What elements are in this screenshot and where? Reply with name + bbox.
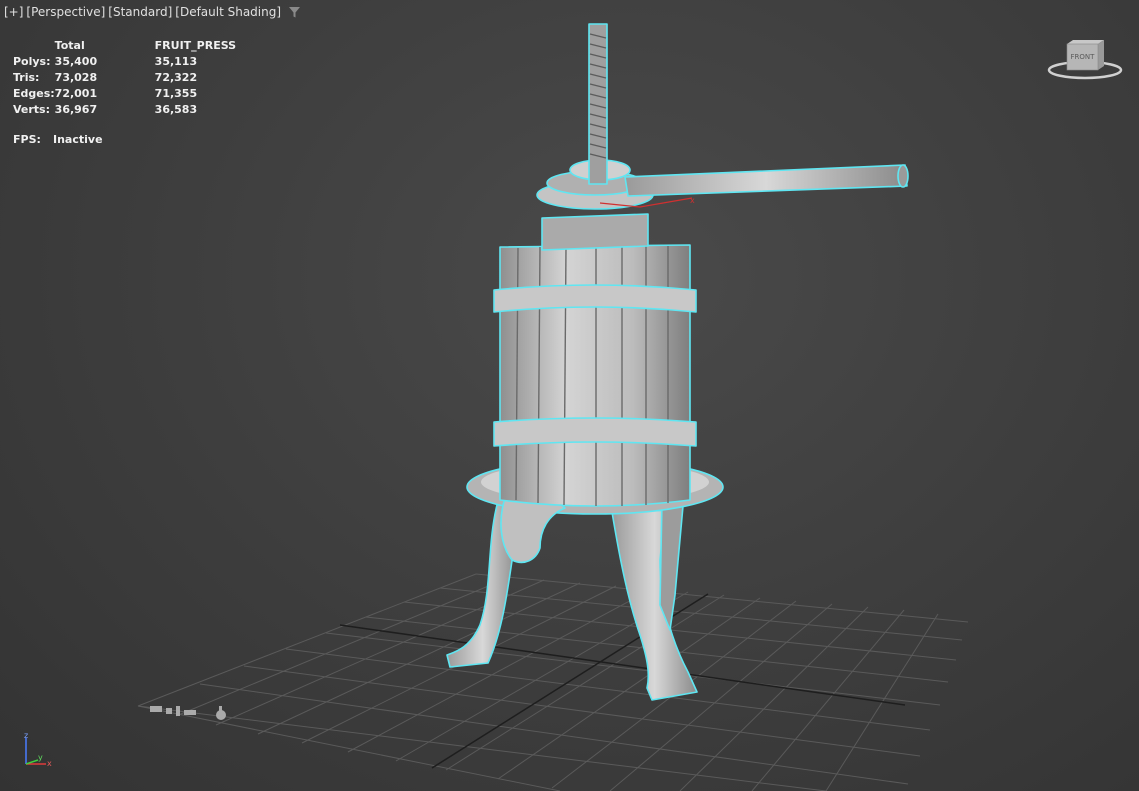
press-leg-front: [611, 509, 698, 701]
axis-x-label: x: [47, 759, 52, 768]
home-grid: [137, 573, 969, 791]
press-beam: [541, 213, 649, 251]
axis-y-label: y: [38, 753, 43, 762]
press-barrel: [499, 244, 691, 507]
press-leg-back: [659, 494, 685, 631]
press-handle: [624, 164, 908, 197]
axis-z-label: z: [24, 732, 28, 740]
svg-text:x: x: [690, 196, 695, 205]
perspective-viewport-scene[interactable]: x: [0, 0, 1139, 791]
viewcube-face-label: FRONT: [1071, 53, 1096, 61]
axis-tripod: z x y: [24, 732, 52, 768]
barrel-hoop-lower: [493, 417, 697, 447]
helper-objects: [150, 706, 226, 720]
viewcube[interactable]: FRONT: [1046, 36, 1124, 82]
